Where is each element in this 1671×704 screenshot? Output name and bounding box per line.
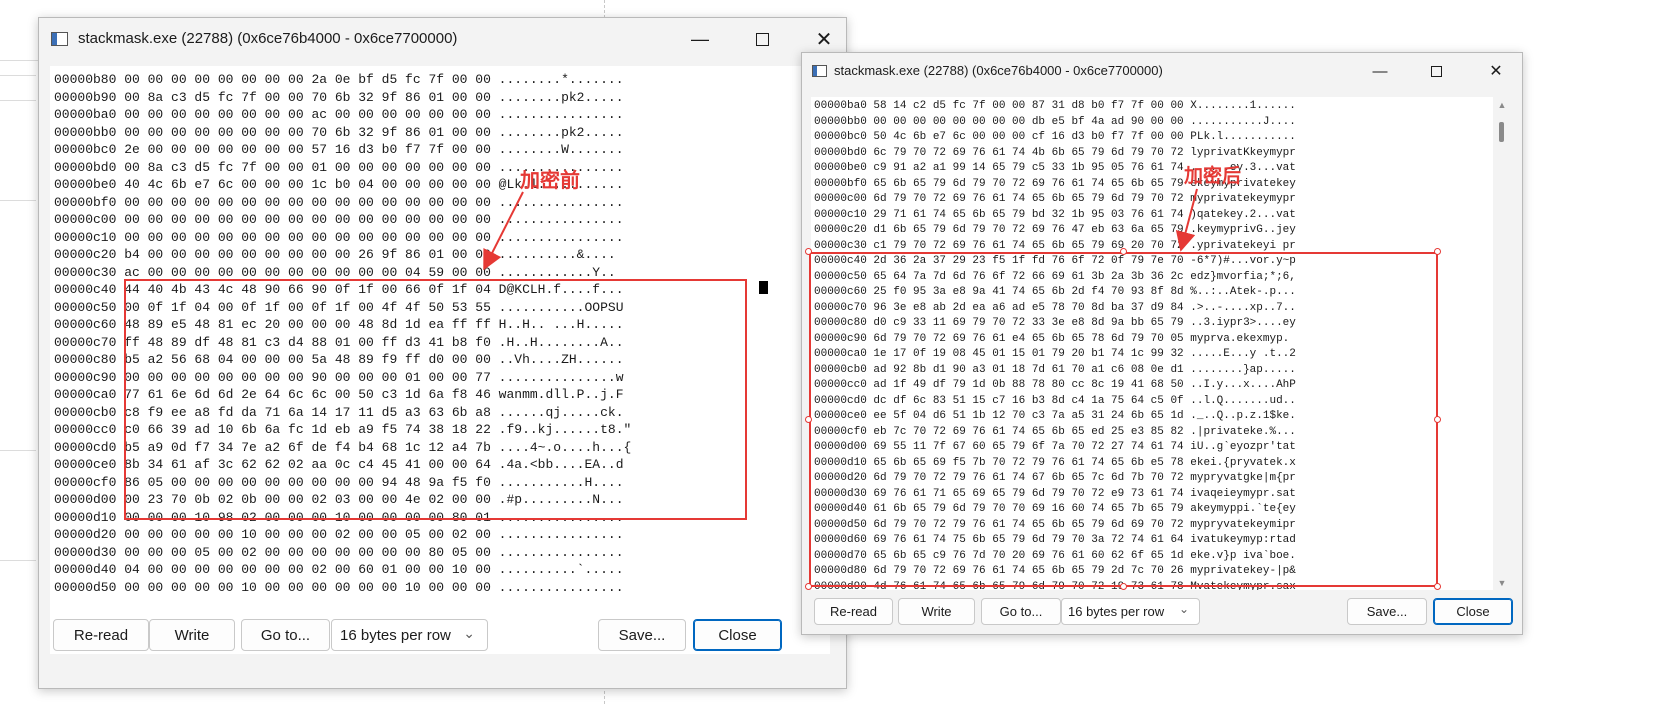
- hex-view[interactable]: 00000b80 00 00 00 00 00 00 00 00 2a 0e b…: [50, 66, 830, 654]
- background-rule: [0, 60, 38, 61]
- maximize-icon: [1430, 65, 1442, 77]
- background-rule: [0, 450, 36, 451]
- bytes-per-row-select[interactable]: 16 bytes per row ⌄: [331, 619, 488, 651]
- minimize-button[interactable]: —: [1360, 53, 1400, 89]
- save-button[interactable]: Save...: [598, 619, 686, 651]
- app-window-icon: [50, 31, 68, 47]
- background-rule: [0, 560, 36, 561]
- minimize-icon: —: [691, 28, 709, 49]
- vertical-scrollbar[interactable]: ▲ ▼: [1493, 97, 1511, 590]
- hex-view[interactable]: 00000ba0 58 14 c2 d5 fc 7f 00 00 87 31 d…: [811, 97, 1493, 590]
- reread-button[interactable]: Re-read: [53, 619, 149, 651]
- title-bar[interactable]: stackmask.exe (22788) (0x6ce76b4000 - 0x…: [39, 18, 846, 60]
- selection-handle[interactable]: [805, 248, 812, 255]
- window-title: stackmask.exe (22788) (0x6ce76b4000 - 0x…: [78, 30, 458, 47]
- selection-handle[interactable]: [1434, 248, 1441, 255]
- selection-handle[interactable]: [1434, 416, 1441, 423]
- annotation-before: 加密前: [520, 168, 580, 192]
- background-rule: [0, 200, 36, 201]
- scroll-down-icon[interactable]: ▼: [1493, 578, 1511, 588]
- text-cursor: [759, 281, 768, 294]
- maximize-button[interactable]: [739, 18, 785, 60]
- close-icon: ✕: [815, 28, 833, 51]
- write-button[interactable]: Write: [898, 598, 975, 625]
- background-rule: [0, 75, 36, 76]
- close-button[interactable]: Close: [693, 619, 782, 651]
- selection-handle[interactable]: [1120, 583, 1127, 590]
- hex-dump: 00000b80 00 00 00 00 00 00 00 00 2a 0e b…: [54, 72, 632, 595]
- app-window-icon: [811, 64, 827, 78]
- save-button[interactable]: Save...: [1347, 598, 1427, 625]
- goto-button[interactable]: Go to...: [981, 598, 1061, 625]
- maximize-button[interactable]: [1416, 53, 1456, 89]
- selection-handle[interactable]: [1120, 248, 1127, 255]
- hex-editor-window-before: stackmask.exe (22788) (0x6ce76b4000 - 0x…: [38, 17, 847, 689]
- hex-editor-window-after: stackmask.exe (22788) (0x6ce76b4000 - 0x…: [801, 52, 1523, 635]
- scrollbar-thumb[interactable]: [1499, 122, 1504, 142]
- close-icon: ✕: [1489, 63, 1503, 80]
- goto-button[interactable]: Go to...: [241, 619, 330, 651]
- selection-handle[interactable]: [805, 583, 812, 590]
- bytes-per-row-value: 16 bytes per row: [340, 626, 451, 644]
- close-window-button[interactable]: ✕: [1476, 53, 1516, 89]
- title-bar[interactable]: stackmask.exe (22788) (0x6ce76b4000 - 0x…: [802, 53, 1522, 89]
- chevron-down-icon: ⌄: [463, 625, 475, 641]
- chevron-down-icon: ⌄: [1178, 602, 1189, 616]
- minimize-icon: —: [1372, 62, 1388, 80]
- scroll-up-icon[interactable]: ▲: [1493, 100, 1511, 110]
- bytes-per-row-value: 16 bytes per row: [1068, 604, 1165, 619]
- reread-button[interactable]: Re-read: [814, 598, 893, 625]
- write-button[interactable]: Write: [149, 619, 235, 651]
- background-rule: [0, 100, 36, 101]
- maximize-icon: [755, 32, 769, 46]
- window-title: stackmask.exe (22788) (0x6ce76b4000 - 0x…: [834, 63, 1163, 78]
- selection-handle[interactable]: [1434, 583, 1441, 590]
- annotation-after: 加密后: [1184, 165, 1242, 187]
- selection-handle[interactable]: [805, 416, 812, 423]
- close-button[interactable]: Close: [1433, 598, 1513, 625]
- minimize-button[interactable]: —: [677, 18, 723, 60]
- bytes-per-row-select[interactable]: 16 bytes per row ⌄: [1061, 598, 1200, 625]
- hex-dump: 00000ba0 58 14 c2 d5 fc 7f 00 00 87 31 d…: [814, 100, 1296, 590]
